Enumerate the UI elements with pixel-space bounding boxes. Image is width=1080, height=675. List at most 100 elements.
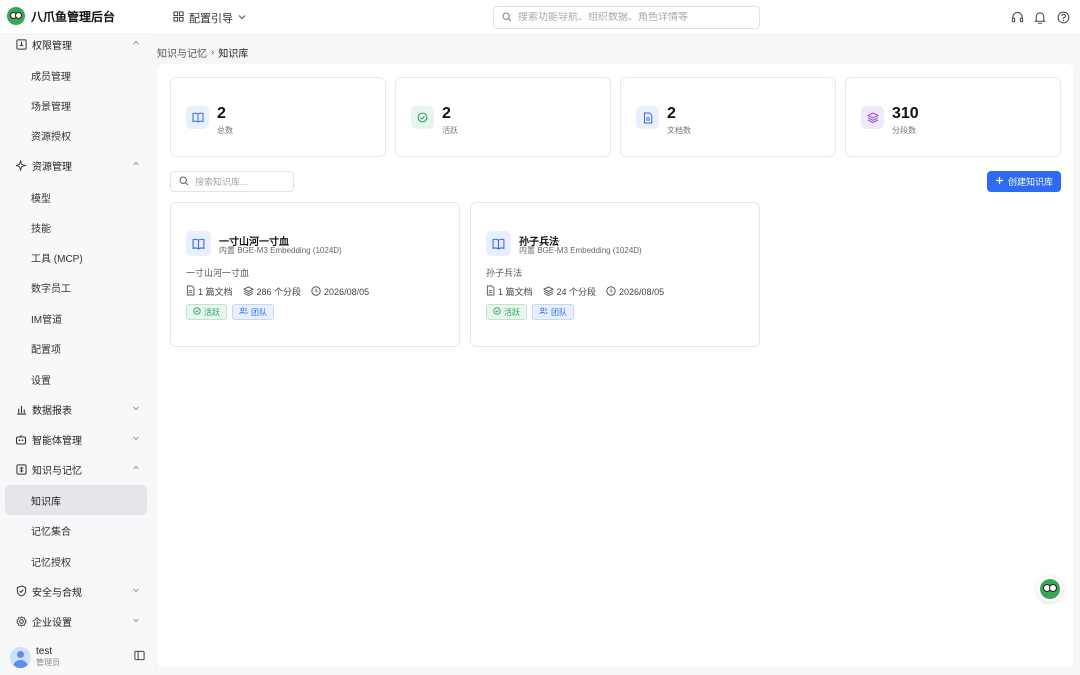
config-guide-button[interactable]: 配置引导 xyxy=(173,10,246,26)
kb-segment-count: 24 个分段 xyxy=(556,287,597,297)
sidebar-group-label: 企业设置 xyxy=(32,617,72,629)
stat-card-segments: 310 分段数 xyxy=(845,77,1061,157)
sidebar-item-memory-collections[interactable]: 记忆集合 xyxy=(5,515,147,545)
status-label: 活跃 xyxy=(504,307,520,317)
chevron-up-icon xyxy=(132,39,140,50)
sidebar-item-label: 记忆授权 xyxy=(31,557,71,569)
chevron-down-icon xyxy=(132,586,140,597)
global-search[interactable] xyxy=(493,6,760,29)
sidebar-group-label: 数据报表 xyxy=(32,405,72,417)
avatar xyxy=(10,646,31,668)
clock-icon xyxy=(606,285,616,298)
sidebar-item-config[interactable]: 配置项 xyxy=(5,333,147,363)
clock-icon xyxy=(311,285,321,298)
sidebar-item-scenes[interactable]: 场景管理 xyxy=(5,90,147,120)
top-header: 八爪鱼管理后台 配置引导 xyxy=(0,0,1080,35)
sidebar-item-digital-staff[interactable]: 数字员工 xyxy=(5,272,147,302)
document-icon xyxy=(486,285,495,298)
kb-doc-count: 1 篇文档 xyxy=(498,287,533,297)
status-badge: 活跃 xyxy=(186,304,227,320)
chevron-down-icon xyxy=(132,434,140,445)
sidebar-group-reports[interactable]: 数据报表 xyxy=(0,397,154,421)
sidebar-group-label: 知识与记忆 xyxy=(32,465,82,477)
scope-badge: 团队 xyxy=(232,304,274,320)
app-title: 八爪鱼管理后台 xyxy=(31,9,116,24)
chevron-down-icon xyxy=(238,12,246,24)
create-kb-button[interactable]: 创建知识库 xyxy=(987,171,1061,192)
kb-card[interactable]: 孙子兵法 内置 BGE-M3 Embedding (1024D) 孙子兵法 1 … xyxy=(470,202,760,347)
bell-icon[interactable] xyxy=(1033,9,1047,25)
chevron-down-icon xyxy=(132,616,140,627)
headset-icon[interactable] xyxy=(1010,9,1024,25)
sidebar-item-members[interactable]: 成员管理 xyxy=(5,60,147,90)
kb-doc-count: 1 篇文档 xyxy=(198,287,233,297)
sidebar-item-label: 知识库 xyxy=(31,496,61,508)
layers-icon xyxy=(242,285,254,298)
check-circle-icon xyxy=(193,307,201,317)
stat-label: 文档数 xyxy=(667,126,691,135)
sidebar-item-models[interactable]: 模型 xyxy=(5,182,147,212)
sidebar-group-label: 权限管理 xyxy=(32,40,72,52)
main-content: 2 总数 2 活跃 2 文档数 310 分段数 创建知识库 一寸山河一寸血 内置… xyxy=(157,64,1073,667)
stat-card-active: 2 活跃 xyxy=(395,77,611,157)
brain-icon xyxy=(15,463,27,475)
sidebar-group-knowledge-memory[interactable]: 知识与记忆 xyxy=(0,457,154,481)
user-profile[interactable]: test 管理员 xyxy=(10,645,145,669)
kb-description: 孙子兵法 xyxy=(486,268,523,278)
kb-card[interactable]: 一寸山河一寸血 内置 BGE-M3 Embedding (1024D) 一寸山河… xyxy=(170,202,460,347)
chevron-up-icon xyxy=(132,160,140,171)
sidebar-item-tools-mcp[interactable]: 工具 (MCP) xyxy=(5,242,147,272)
status-badge: 活跃 xyxy=(486,304,527,320)
stat-card-documents: 2 文档数 xyxy=(620,77,836,157)
sidebar-item-label: 资源授权 xyxy=(31,131,71,143)
chevron-up-icon xyxy=(132,464,140,475)
stat-value: 2 xyxy=(217,105,226,122)
sidebar-group-security[interactable]: 安全与合规 xyxy=(0,579,154,603)
global-search-input[interactable] xyxy=(518,12,748,23)
scope-badge: 团队 xyxy=(532,304,574,320)
kb-date: 2026/08/05 xyxy=(619,286,665,297)
sidebar-item-im-pipeline[interactable]: IM管道 xyxy=(5,303,147,333)
shield-key-icon xyxy=(15,38,27,50)
sidebar-group-resources[interactable]: 资源管理 xyxy=(0,153,154,177)
breadcrumb-parent[interactable]: 知识与记忆 xyxy=(157,45,207,60)
users-icon xyxy=(239,307,248,317)
sidebar-group-label: 安全与合规 xyxy=(32,587,82,599)
gear-icon xyxy=(15,615,27,627)
sidebar-group-agents[interactable]: 智能体管理 xyxy=(0,427,154,451)
config-guide-label: 配置引导 xyxy=(189,13,233,25)
kb-embedding-model: 内置 BGE-M3 Embedding (1024D) xyxy=(219,246,342,255)
users-icon xyxy=(539,307,548,317)
sidebar-collapse-icon[interactable] xyxy=(134,650,145,664)
sidebar: 权限管理 成员管理 场景管理 资源授权 资源管理 模型 技能 工具 (MCP) … xyxy=(0,35,154,675)
sidebar-item-resource-auth[interactable]: 资源授权 xyxy=(5,120,147,150)
document-icon xyxy=(636,106,659,129)
assistant-float-button[interactable] xyxy=(1037,576,1063,602)
sidebar-item-skills[interactable]: 技能 xyxy=(5,212,147,242)
sidebar-group-enterprise[interactable]: 企业设置 xyxy=(0,609,154,633)
sidebar-item-memory-auth[interactable]: 记忆授权 xyxy=(5,546,147,576)
plus-icon xyxy=(995,176,1004,187)
scope-label: 团队 xyxy=(251,307,267,317)
brand[interactable]: 八爪鱼管理后台 xyxy=(7,7,115,25)
stat-value: 2 xyxy=(442,105,451,122)
sidebar-item-label: 设置 xyxy=(31,375,51,387)
chevron-down-icon xyxy=(132,404,140,415)
sidebar-group-label: 资源管理 xyxy=(32,161,72,173)
kb-search-input[interactable] xyxy=(195,176,290,187)
sidebar-group-label: 智能体管理 xyxy=(32,435,82,447)
breadcrumb-current: 知识库 xyxy=(218,49,249,60)
shield-check-icon xyxy=(15,585,27,597)
stat-card-total: 2 总数 xyxy=(170,77,386,157)
sidebar-group-permissions[interactable]: 权限管理 xyxy=(0,32,154,56)
help-icon[interactable] xyxy=(1056,9,1070,25)
status-label: 活跃 xyxy=(204,307,220,317)
document-icon xyxy=(186,285,195,298)
sidebar-item-settings[interactable]: 设置 xyxy=(5,364,147,394)
kb-search[interactable] xyxy=(170,171,294,192)
octopus-logo-icon xyxy=(7,7,25,25)
search-icon xyxy=(502,11,512,25)
sidebar-item-knowledge-base[interactable]: 知识库 xyxy=(5,485,147,515)
stat-label: 总数 xyxy=(217,126,233,135)
breadcrumb: 知识与记忆 › 知识库 xyxy=(157,45,248,60)
